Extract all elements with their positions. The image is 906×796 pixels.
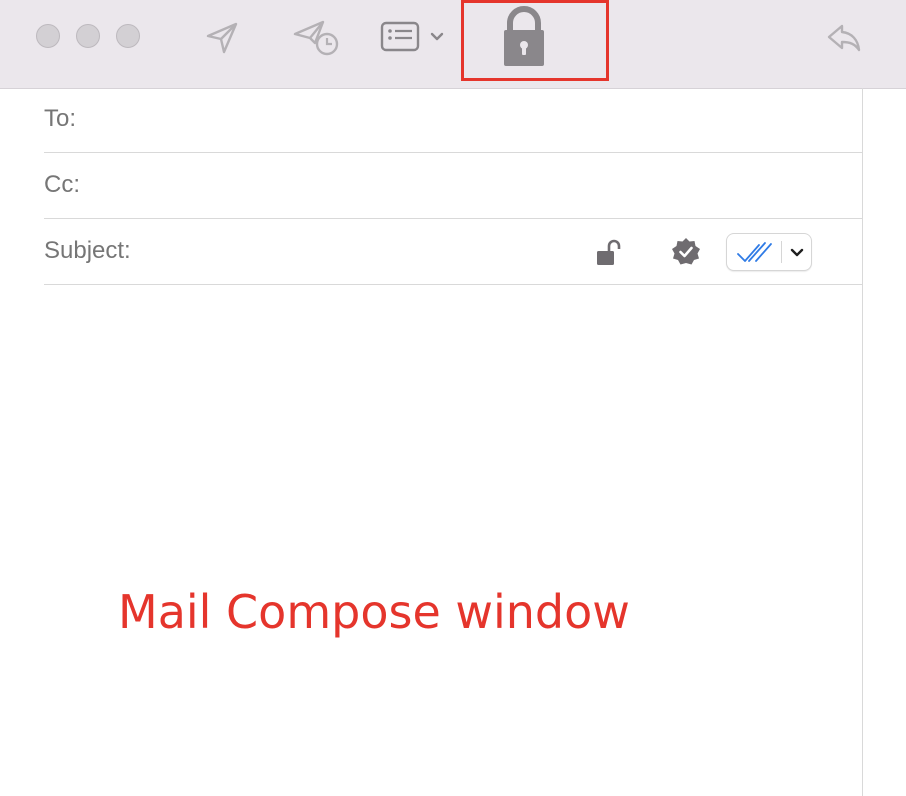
reply-icon xyxy=(827,24,861,52)
to-field[interactable] xyxy=(154,100,858,142)
to-row: To: xyxy=(44,88,862,153)
chevron-down-icon xyxy=(790,248,804,257)
subject-label: Subject: xyxy=(44,237,131,264)
signature-dropdown[interactable] xyxy=(726,233,812,271)
verified-badge-icon xyxy=(672,238,700,265)
message-body[interactable] xyxy=(44,286,862,796)
cc-field[interactable] xyxy=(154,166,858,208)
cc-row: Cc: xyxy=(44,154,862,219)
annotation-label: Mail Compose window xyxy=(118,585,630,639)
close-button[interactable] xyxy=(36,24,60,48)
send-later-icon xyxy=(293,20,339,56)
send-later-button[interactable] xyxy=(290,16,346,58)
send-button[interactable] xyxy=(202,18,242,58)
to-label: To: xyxy=(44,105,77,132)
subject-field[interactable] xyxy=(154,232,578,274)
separator xyxy=(781,241,782,263)
header-fields-button[interactable] xyxy=(378,18,450,54)
unlock-icon xyxy=(597,239,621,265)
toolbar xyxy=(0,0,906,89)
chevron-down-icon xyxy=(430,32,444,41)
minimize-button[interactable] xyxy=(76,24,100,48)
unlock-button[interactable] xyxy=(592,237,626,269)
lock-icon xyxy=(504,6,544,66)
send-icon xyxy=(206,22,238,54)
window-divider xyxy=(862,88,863,796)
mail-compose-window: To: Cc: Subject: Mail Compose window xyxy=(0,0,906,796)
signature-check-icon xyxy=(737,242,772,262)
reply-button[interactable] xyxy=(822,18,866,58)
zoom-button[interactable] xyxy=(116,24,140,48)
encrypt-lock-button[interactable] xyxy=(502,4,546,68)
cc-label: Cc: xyxy=(44,171,80,198)
signature-button[interactable] xyxy=(668,235,704,269)
header-fields-icon xyxy=(380,21,420,52)
